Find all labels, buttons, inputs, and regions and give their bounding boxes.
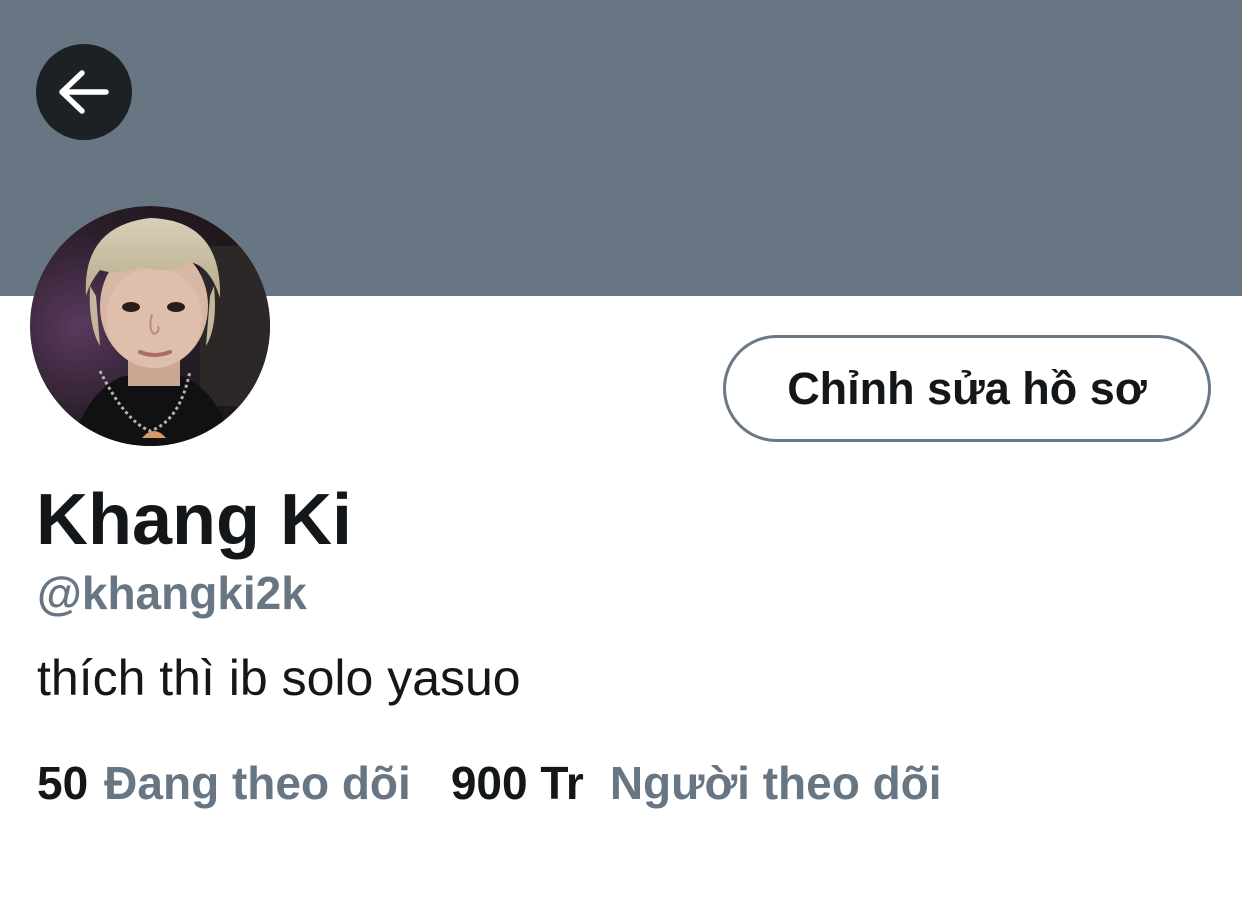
followers-count: 900 Tr xyxy=(450,757,584,809)
display-name: Khang Ki xyxy=(36,480,352,560)
arrow-left-icon xyxy=(59,70,109,114)
profile-stats: 50 Đang theo dõi 900 Tr Người theo dõi xyxy=(37,755,942,811)
profile-page: Chỉnh sửa hồ sơ Khang Ki @khangki2k thíc… xyxy=(0,0,1242,898)
edit-profile-button[interactable]: Chỉnh sửa hồ sơ xyxy=(723,335,1211,442)
user-handle: @khangki2k xyxy=(37,567,307,619)
back-button[interactable] xyxy=(36,44,132,140)
profile-photo xyxy=(30,206,270,446)
avatar[interactable] xyxy=(30,206,270,446)
following-label: Đang theo dõi xyxy=(104,757,411,809)
following-count: 50 xyxy=(37,757,89,809)
followers-label: Người theo dõi xyxy=(609,757,942,809)
profile-bio: thích thì ib solo yasuo xyxy=(37,650,521,706)
following-link[interactable]: 50 Đang theo dõi xyxy=(37,755,411,811)
followers-link[interactable]: 900 Tr Người theo dõi xyxy=(451,755,942,811)
